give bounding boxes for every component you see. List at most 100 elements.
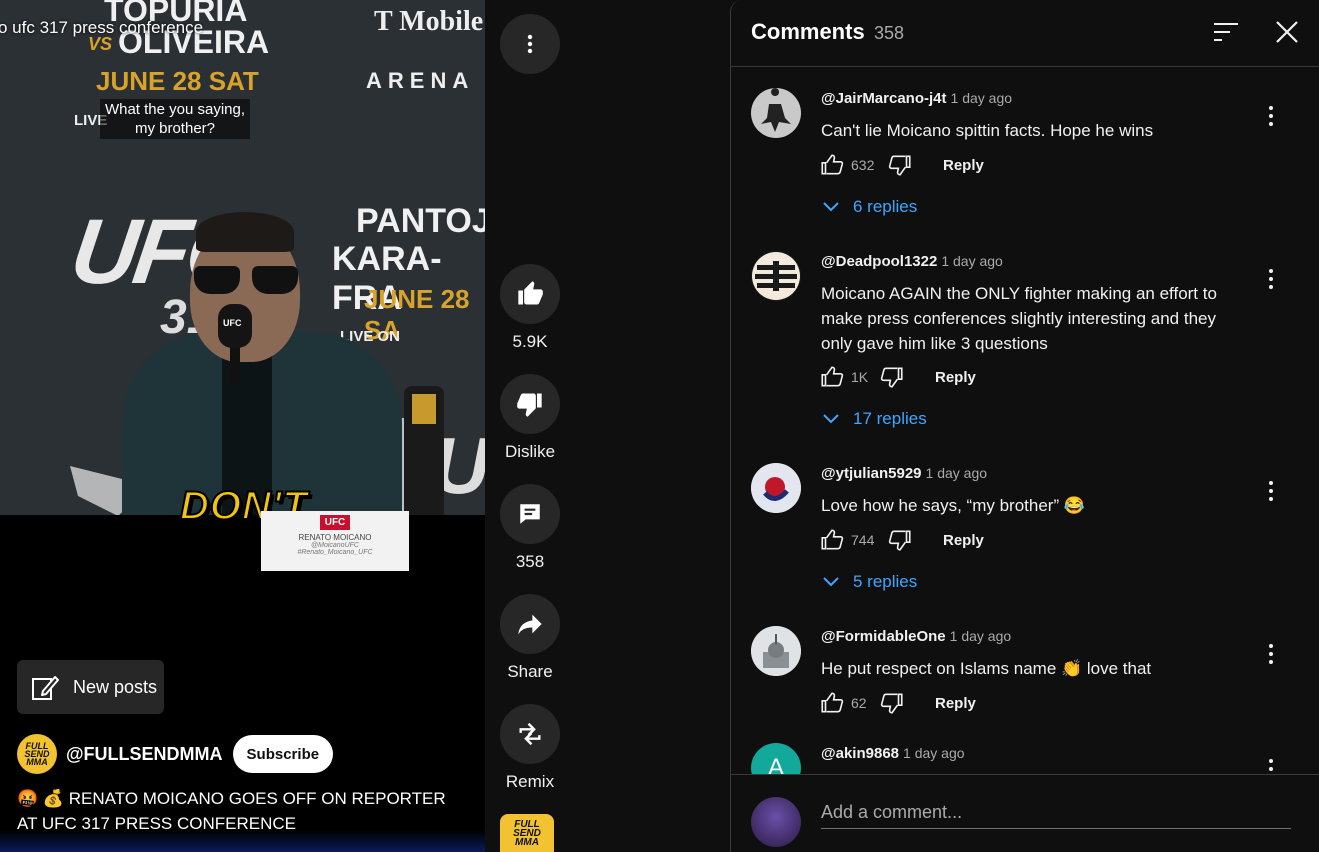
reply-button[interactable]: Reply	[943, 532, 984, 549]
comments-button[interactable]	[500, 484, 560, 544]
comment-more-button[interactable]	[1261, 757, 1281, 774]
name-card: UFC RENATO MOICANO @MoicanoUFC #Renato_M…	[261, 511, 409, 571]
avatar[interactable]	[751, 463, 801, 513]
comment-text: Can't lie Moicano spittin facts. Hope he…	[821, 121, 1154, 140]
comment-more-button[interactable]	[1261, 267, 1281, 291]
like-button[interactable]	[500, 264, 560, 324]
speaker-hair	[196, 212, 294, 252]
drink-bottle	[404, 386, 444, 515]
reply-button[interactable]: Reply	[935, 695, 976, 712]
comment-icon	[520, 504, 540, 524]
thumbs-up-outline-icon[interactable]	[819, 527, 845, 553]
closed-caption: What the you saying, my brother?	[100, 99, 250, 139]
avatar[interactable]	[751, 251, 801, 301]
replies-count: 6 replies	[853, 197, 918, 216]
avatar[interactable]	[751, 88, 801, 138]
thumbs-down-outline-icon[interactable]	[887, 527, 913, 553]
thumbs-up-icon	[518, 281, 543, 305]
comment-text: He put respect on Islams name 👏 love tha…	[821, 659, 1152, 678]
current-user-avatar	[751, 797, 801, 847]
thumbs-up-outline-icon[interactable]	[819, 152, 845, 178]
add-comment-input[interactable]	[821, 797, 1291, 829]
sunglasses	[194, 266, 298, 294]
comment-time: 1 day ago	[941, 253, 1003, 269]
comment-more-button[interactable]	[1261, 642, 1281, 666]
new-posts-button[interactable]: New posts	[17, 660, 164, 714]
channel-handle[interactable]: @FULLSENDMMA	[66, 744, 223, 765]
channel-row: FULL SEND MMA @FULLSENDMMA Subscribe	[17, 734, 334, 774]
channel-avatar[interactable]: FULL SEND MMA	[17, 734, 57, 774]
thumbs-up-outline-icon[interactable]	[819, 690, 845, 716]
comment-more-button[interactable]	[1261, 104, 1281, 128]
comment-time: 1 day ago	[950, 90, 1013, 106]
comment-text: Moicano AGAIN the ONLY fighter making an…	[821, 284, 1217, 353]
comment-author[interactable]: @FormidableOne 1 day ago	[821, 628, 1011, 645]
comment-actions: 62 Reply	[819, 688, 976, 718]
comment-time: 1 day ago	[925, 465, 988, 481]
like-count: 1K	[851, 369, 869, 385]
reply-button[interactable]: Reply	[935, 369, 976, 386]
thumbs-down-outline-icon[interactable]	[879, 690, 905, 716]
close-icon[interactable]	[1273, 18, 1301, 46]
thumbs-down-outline-icon[interactable]	[887, 152, 913, 178]
action-rail: 5.9K Dislike 358 Share Remix FULL SEND M…	[485, 0, 730, 852]
comment-time: 1 day ago	[903, 745, 965, 761]
comment-text: Love how he says, “my brother” 😂	[821, 496, 1085, 515]
edit-icon	[32, 676, 59, 700]
thumbs-up-outline-icon[interactable]	[819, 364, 845, 390]
video-frame: TOPURIA OLIVEIRA VS JUNE 28 SAT LIVE T M…	[0, 0, 485, 515]
comment-author[interactable]: @Deadpool1322 1 day ago	[821, 253, 1003, 270]
video-title[interactable]: 🤬 💰 RENATO MOICANO GOES OFF ON REPORTER …	[17, 786, 467, 836]
poster-text: T Mobile	[374, 6, 484, 37]
comment-more-button[interactable]	[1261, 479, 1281, 503]
remix-button[interactable]	[500, 704, 560, 764]
name-card-name: RENATO MOICANO	[298, 533, 372, 542]
poster-text: JUNE 28 SAT	[96, 66, 259, 96]
chevron-down-icon	[823, 414, 839, 424]
microphone: UFC	[218, 304, 252, 348]
comment-time: 1 day ago	[949, 628, 1012, 644]
replies-count: 5 replies	[853, 572, 918, 591]
name-card-hashtag: #Renato_Moicano_UFC	[297, 549, 373, 556]
replies-toggle[interactable]: 6 replies	[823, 193, 917, 221]
comment-actions: 744 Reply	[819, 525, 984, 555]
comment-actions: 1K Reply	[819, 362, 976, 392]
shorts-page: TOPURIA OLIVEIRA VS JUNE 28 SAT LIVE T M…	[0, 0, 1319, 852]
chevron-down-icon	[823, 577, 839, 587]
reply-button[interactable]: Reply	[943, 157, 984, 174]
speaker-figure: UFC	[122, 212, 402, 515]
comment-count: 358	[515, 552, 545, 571]
more-options-button[interactable]	[500, 14, 560, 74]
more-vertical-icon	[527, 34, 533, 54]
avatar[interactable]: A	[751, 743, 801, 774]
remix-icon	[519, 722, 541, 746]
dislike-button[interactable]	[500, 374, 560, 434]
mic-logo: UFC	[223, 318, 242, 328]
share-icon	[518, 614, 542, 635]
share-button[interactable]	[500, 594, 560, 654]
comment-author[interactable]: @akin9868 1 day ago	[821, 745, 965, 762]
sound-source-thumbnail[interactable]: FULL SEND MMA	[500, 814, 554, 852]
poster-text: ARENA	[366, 68, 475, 93]
subscribe-button[interactable]: Subscribe	[232, 735, 334, 773]
comment-author[interactable]: @JairMarcano-j4t 1 day ago	[821, 90, 1012, 107]
like-count: 5.9K	[512, 332, 548, 351]
new-posts-label: New posts	[73, 676, 158, 697]
thumbs-down-outline-icon[interactable]	[879, 364, 905, 390]
remix-label: Remix	[505, 772, 555, 791]
replies-toggle[interactable]: 5 replies	[823, 568, 917, 596]
comment-author[interactable]: @ytjulian5929 1 day ago	[821, 465, 987, 482]
comments-header: Comments 358	[731, 0, 1319, 67]
replies-toggle[interactable]: 17 replies	[823, 405, 927, 433]
replies-count: 17 replies	[853, 409, 927, 428]
comments-list[interactable]: @JairMarcano-j4t 1 day ago Can't lie Moic…	[731, 68, 1319, 774]
sort-icon[interactable]	[1212, 20, 1240, 44]
video-player[interactable]: TOPURIA OLIVEIRA VS JUNE 28 SAT LIVE T M…	[0, 0, 485, 852]
add-comment-bar	[731, 774, 1319, 852]
name-card-handle: @MoicanoUFC	[311, 542, 359, 549]
comments-panel: Comments 358 @JairMarcano-j4t 1 day ago C…	[730, 0, 1319, 852]
comments-count: 358	[874, 23, 905, 43]
like-count: 744	[851, 532, 875, 548]
avatar[interactable]	[751, 626, 801, 676]
comment-actions: 632 Reply	[819, 150, 984, 180]
